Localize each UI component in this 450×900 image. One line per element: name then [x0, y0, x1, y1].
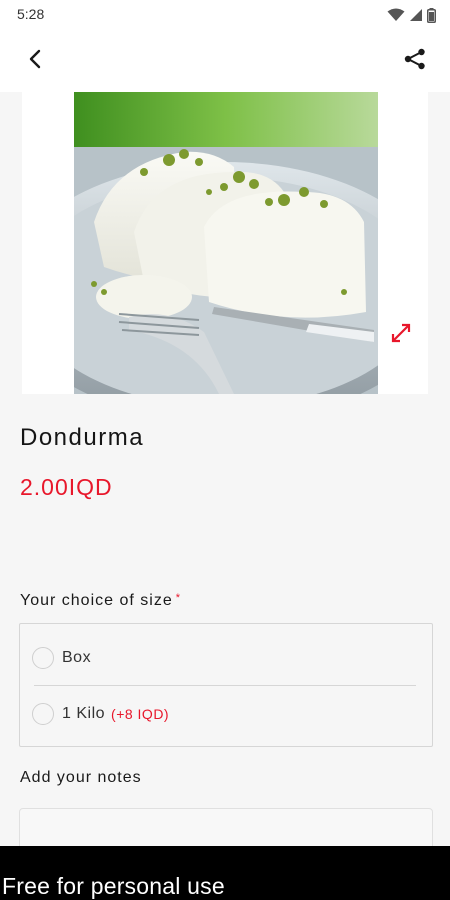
size-option-box[interactable]: Box [32, 645, 91, 671]
status-time: 5:28 [17, 6, 45, 22]
chevron-left-icon [28, 49, 44, 73]
expand-image-button[interactable] [386, 320, 416, 350]
option-divider [34, 685, 416, 686]
status-bar: 5:28 [0, 0, 450, 30]
expand-icon [389, 321, 413, 349]
product-name: Dondurma [20, 424, 145, 451]
signal-icon [409, 8, 423, 22]
radio-button[interactable] [32, 703, 54, 725]
product-image[interactable] [74, 92, 378, 394]
size-title-text: Your choice of size [20, 592, 173, 609]
size-options-box: Box 1 Kilo (+8 IQD) [19, 623, 433, 747]
battery-icon [427, 7, 436, 23]
share-button[interactable] [396, 42, 434, 80]
app-bar [0, 30, 450, 92]
radio-button[interactable] [32, 647, 54, 669]
required-marker: * [175, 592, 181, 604]
notes-section-title: Add your notes [20, 769, 142, 786]
status-icons [387, 7, 436, 23]
watermark-text: Free for personal use [2, 873, 225, 899]
size-option-1-kilo[interactable]: 1 Kilo (+8 IQD) [32, 701, 169, 727]
back-button[interactable] [17, 42, 55, 80]
size-section-title: Your choice of size * [20, 592, 181, 610]
watermark-band: Free for personal use [0, 846, 450, 900]
product-image-panel [22, 92, 428, 394]
option-label: 1 Kilo [62, 705, 106, 722]
share-icon [403, 47, 427, 75]
wifi-icon [387, 8, 405, 22]
option-label: Box [62, 649, 92, 666]
option-extra-price: (+8 IQD) [111, 706, 170, 722]
product-price: 2.00IQD [20, 474, 113, 500]
